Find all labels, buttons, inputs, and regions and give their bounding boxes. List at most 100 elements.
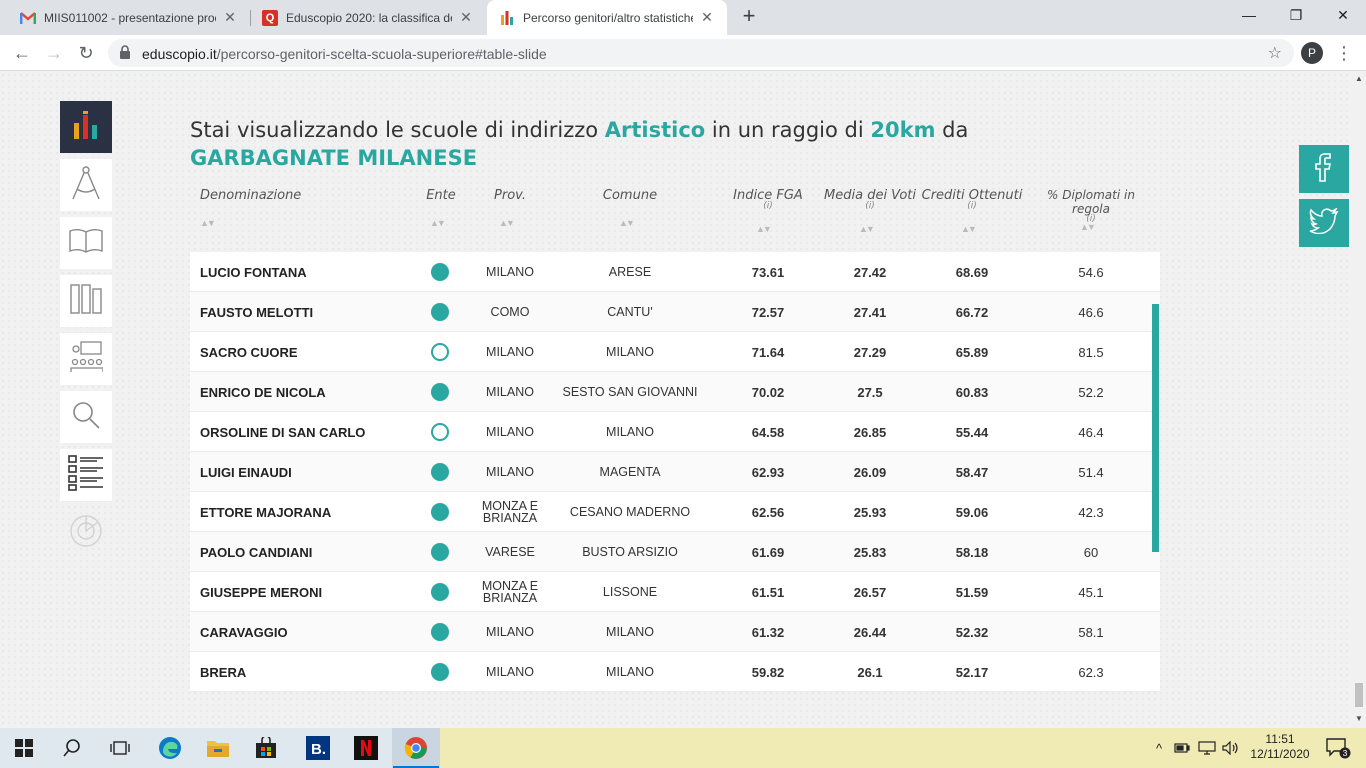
scroll-down-icon[interactable]: ▼	[1352, 712, 1366, 726]
diplomati-in-regola: 54.6	[1078, 264, 1104, 280]
school-name[interactable]: FAUSTO MELOTTI	[200, 292, 313, 332]
crediti-ottenuti: 58.47	[955, 464, 989, 480]
sort-icon[interactable]: ▲▼	[859, 224, 875, 234]
school-name[interactable]: ENRICO DE NICOLA	[200, 372, 326, 412]
side-item-classroom[interactable]	[60, 333, 112, 385]
network-icon[interactable]	[1196, 728, 1218, 768]
close-icon[interactable]: ✕	[458, 9, 474, 26]
sort-icon[interactable]: ▲▼	[619, 218, 635, 228]
windows-start-icon[interactable]	[0, 728, 48, 768]
address-bar[interactable]: eduscopio.it/percorso-genitori-scelta-sc…	[108, 39, 1294, 67]
media-voti: 25.83	[853, 544, 887, 560]
store-icon[interactable]	[242, 728, 290, 768]
tab-eduscopio-classifica[interactable]: Q Eduscopio 2020: la classifica delle ✕	[250, 0, 486, 35]
table-scrollbar[interactable]	[1152, 304, 1159, 552]
side-item-book[interactable]	[60, 217, 112, 269]
taskbar-clock[interactable]: 11:51 12/11/2020	[1250, 732, 1310, 762]
provincia: MILANO	[486, 425, 534, 439]
twitter-icon	[1309, 206, 1339, 239]
forward-button[interactable]: →	[40, 39, 68, 67]
sort-icon[interactable]: ▲▼	[756, 224, 772, 234]
table-row[interactable]: CARAVAGGIO MILANO MILANO 61.32 26.44 52.32 58.…	[190, 612, 1160, 652]
media-voti: 27.41	[853, 304, 887, 320]
table-row[interactable]: GIUSEPPE MERONI MONZA E BRIANZA LISSONE 61.…	[190, 572, 1160, 612]
booking-icon[interactable]: B.	[294, 728, 342, 768]
page-scrollbar[interactable]: ▲ ▼	[1352, 72, 1366, 728]
tab-percorso-genitori[interactable]: Percorso genitori/altro statistiche ✕	[487, 0, 727, 35]
side-item-compass[interactable]	[60, 159, 112, 211]
table-row[interactable]: ENRICO DE NICOLA MILANO SESTO SAN GIOVANNI…	[190, 372, 1160, 412]
sort-icon[interactable]: ▲▼	[499, 218, 515, 228]
side-item-search[interactable]	[60, 391, 112, 443]
edge-icon[interactable]	[146, 728, 194, 768]
scrollbar-thumb[interactable]	[1355, 683, 1363, 707]
table-row[interactable]: ETTORE MAJORANA MONZA E BRIANZA CESANO MAD…	[190, 492, 1160, 532]
school-name[interactable]: LUCIO FONTANA	[200, 252, 307, 292]
sort-icon[interactable]: ▲▼	[1080, 222, 1096, 232]
title-citta: GARBAGNATE MILANESE	[190, 146, 478, 170]
sort-icon[interactable]: ▲▼	[961, 224, 977, 234]
indice-fga: 61.69	[751, 544, 785, 560]
search-icon[interactable]	[48, 728, 96, 768]
tab-gmail[interactable]: MIIS011002 - presentazione proc ✕	[8, 0, 250, 35]
school-name[interactable]: ETTORE MAJORANA	[200, 492, 331, 532]
chrome-icon[interactable]	[392, 728, 440, 768]
reload-button[interactable]: ↻	[72, 39, 100, 67]
school-name[interactable]: SACRO CUORE	[200, 332, 298, 372]
header-crediti[interactable]: Crediti Ottenuti (i)	[920, 188, 1024, 211]
facebook-share-button[interactable]	[1299, 145, 1349, 193]
side-item-list[interactable]	[60, 449, 112, 501]
twitter-share-button[interactable]	[1299, 199, 1349, 247]
header-fga[interactable]: Indice FGA (i)	[728, 188, 808, 211]
header-ente[interactable]: Ente	[420, 188, 462, 203]
file-explorer-icon[interactable]	[194, 728, 242, 768]
close-window-button[interactable]: ✕	[1320, 0, 1366, 30]
table-row[interactable]: LUIGI EINAUDI MILANO MAGENTA 62.93 26.09 58.4…	[190, 452, 1160, 492]
netflix-icon[interactable]	[342, 728, 390, 768]
school-name[interactable]: PAOLO CANDIANI	[200, 532, 312, 572]
table-row[interactable]: PAOLO CANDIANI VARESE BUSTO ARSIZIO 61.69 25…	[190, 532, 1160, 572]
comune: ARESE	[608, 265, 652, 279]
profile-avatar[interactable]: P	[1301, 42, 1323, 64]
school-name[interactable]: GIUSEPPE MERONI	[200, 572, 322, 612]
header-comune[interactable]: Comune	[590, 188, 670, 203]
clock-time: 11:51	[1265, 732, 1295, 746]
table-row[interactable]: LUCIO FONTANA MILANO ARESE 73.61 27.42 68.69 5…	[190, 252, 1160, 292]
table-row[interactable]: BRERA MILANO MILANO 59.82 26.1 52.17 62.3	[190, 652, 1160, 692]
school-name[interactable]: CARAVAGGIO	[200, 612, 288, 652]
provincia: MILANO	[486, 385, 534, 399]
browser-menu-icon[interactable]: ⋮	[1334, 39, 1354, 67]
statistics-icon	[74, 110, 98, 144]
url-path: /percorso-genitori-scelta-scuola-superio…	[216, 46, 547, 62]
bookmark-star-icon[interactable]: ☆	[1268, 43, 1282, 63]
header-media[interactable]: Media dei Voti (i)	[820, 188, 920, 211]
back-button[interactable]: ←	[8, 39, 36, 67]
table-row[interactable]: FAUSTO MELOTTI COMO CANTU' 72.57 27.41 66.72 4…	[190, 292, 1160, 332]
provincia: MILANO	[486, 345, 534, 359]
school-name[interactable]: BRERA	[200, 652, 246, 692]
side-item-chart[interactable]	[60, 507, 112, 559]
table-row[interactable]: SACRO CUORE MILANO MILANO 71.64 27.29 65.89 81…	[190, 332, 1160, 372]
task-view-icon[interactable]	[96, 728, 144, 768]
school-name[interactable]: ORSOLINE DI SAN CARLO	[200, 412, 365, 452]
notification-center-button[interactable]: 3	[1318, 728, 1358, 768]
close-icon[interactable]: ✕	[699, 9, 715, 26]
scroll-up-icon[interactable]: ▲	[1352, 72, 1366, 86]
volume-icon[interactable]	[1220, 728, 1242, 768]
battery-icon[interactable]	[1172, 728, 1192, 768]
minimize-button[interactable]: —	[1226, 0, 1272, 30]
sort-icon[interactable]: ▲▼	[200, 218, 216, 228]
header-prov[interactable]: Prov.	[480, 188, 540, 203]
header-diplomati[interactable]: % Diplomati in regola (i)	[1028, 188, 1154, 224]
close-icon[interactable]: ✕	[222, 9, 238, 26]
diplomati-in-regola: 45.1	[1078, 584, 1104, 600]
side-item-books[interactable]	[60, 275, 112, 327]
school-name[interactable]: LUIGI EINAUDI	[200, 452, 292, 492]
chevron-up-icon[interactable]: ^	[1150, 728, 1168, 768]
restore-button[interactable]: ❐	[1273, 0, 1319, 30]
sort-icon[interactable]: ▲▼	[430, 218, 446, 228]
side-item-statistics[interactable]	[60, 101, 112, 153]
new-tab-button[interactable]: +	[736, 4, 762, 30]
table-row[interactable]: ORSOLINE DI SAN CARLO MILANO MILANO 64.58 26…	[190, 412, 1160, 452]
header-denominazione[interactable]: Denominazione	[200, 188, 301, 203]
